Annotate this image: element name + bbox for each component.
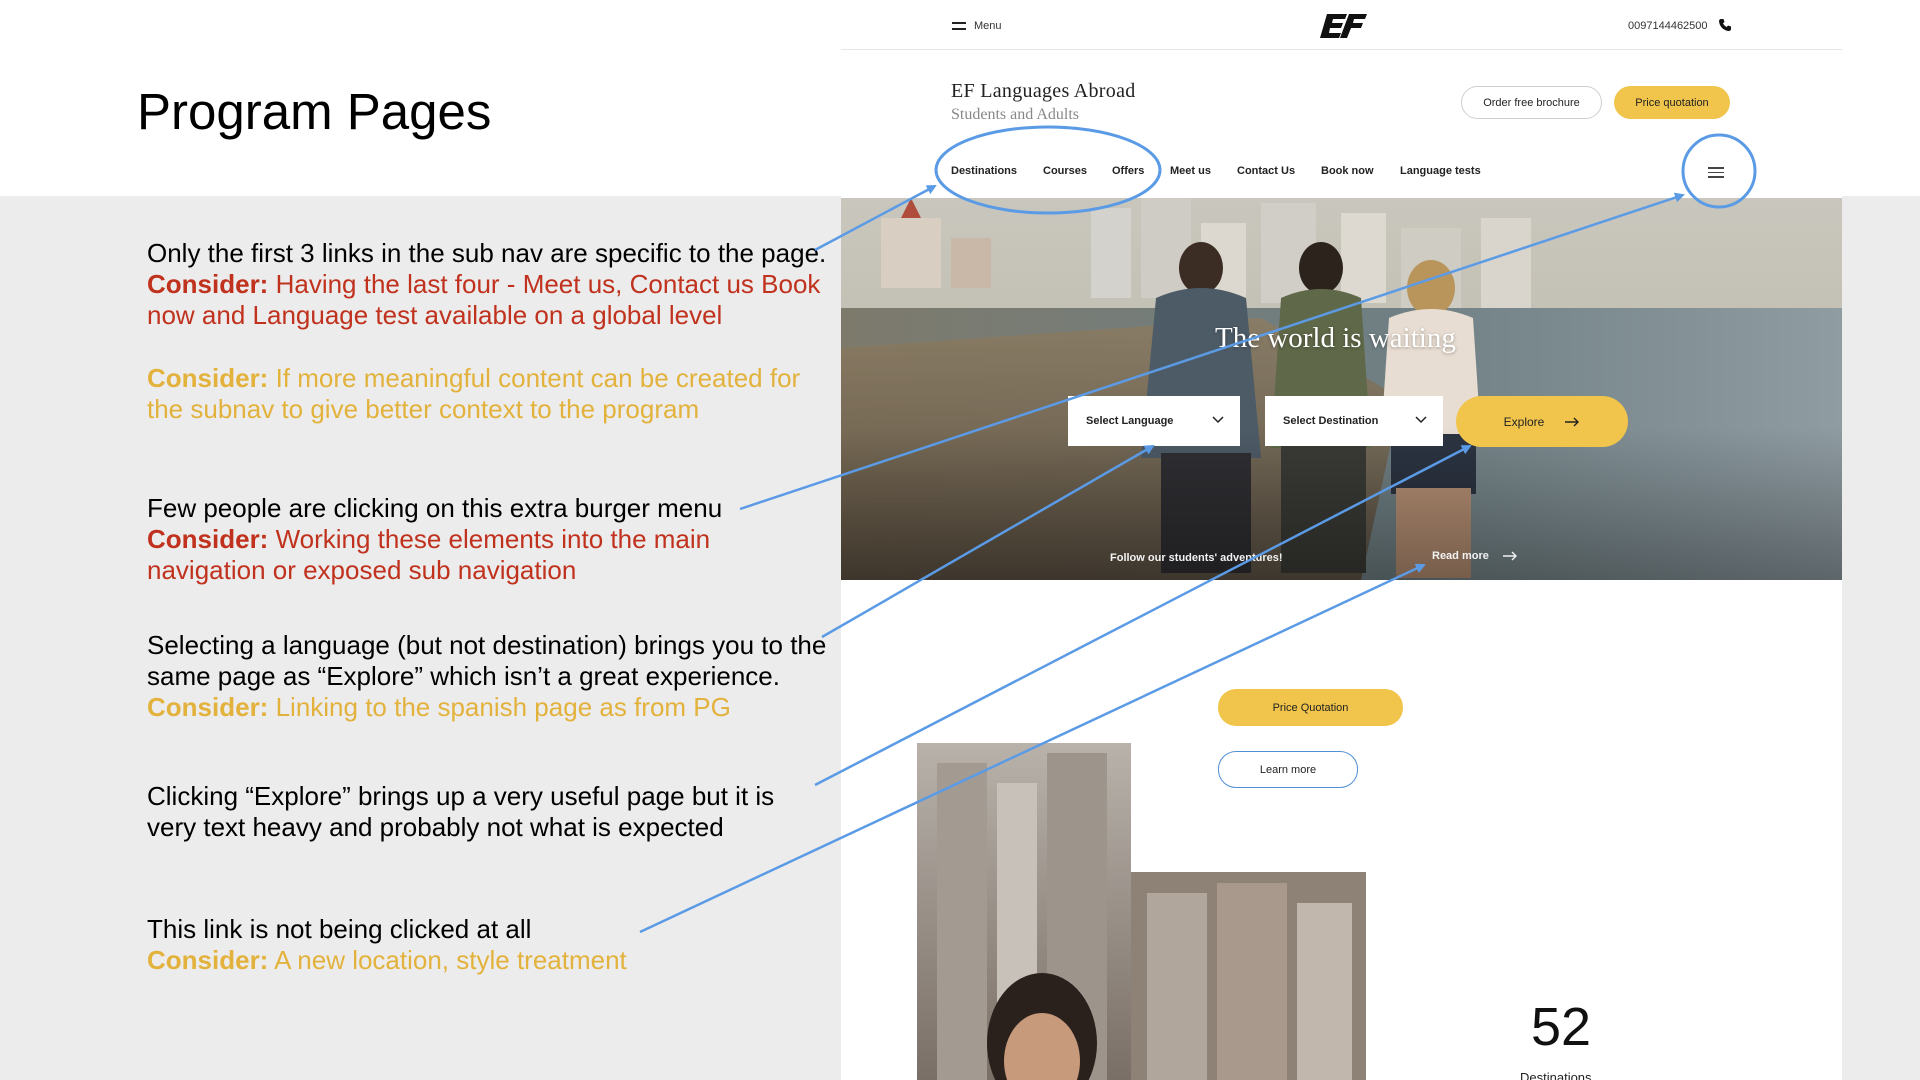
- subnav-book-now[interactable]: Book now: [1321, 165, 1374, 177]
- hero-headline: The world is waiting: [1215, 322, 1456, 354]
- chevron-down-icon: [1212, 416, 1224, 424]
- select-language-label: Select Language: [1086, 415, 1174, 427]
- note-language-main: Selecting a language (but not destinatio…: [147, 630, 827, 691]
- destinations-count: 52: [1531, 997, 1592, 1057]
- follow-students-text: Follow our students' adventures!: [1110, 552, 1283, 564]
- phone-icon[interactable]: [1718, 18, 1732, 32]
- note-subnav-consider-2: Consider: If more meaningful content can…: [147, 363, 801, 424]
- note-explore-main: Clicking “Explore” brings up a very usef…: [147, 781, 775, 842]
- note-read-more: This link is not being clicked at all Co…: [147, 914, 827, 976]
- subnav-contact-us[interactable]: Contact Us: [1237, 165, 1295, 177]
- subnav-courses[interactable]: Courses: [1043, 165, 1087, 177]
- read-more-label: Read more: [1432, 550, 1489, 562]
- subnav-offers[interactable]: Offers: [1112, 165, 1144, 177]
- phone-number[interactable]: 0097144462500: [1628, 20, 1708, 32]
- city-photo: [917, 743, 1366, 1080]
- arrow-right-icon: [1565, 417, 1580, 426]
- note-burger: Few people are clicking on this extra bu…: [147, 493, 827, 586]
- note-subnav-main: Only the first 3 links in the sub nav ar…: [147, 238, 827, 268]
- note-language-consider: Consider: Linking to the spanish page as…: [147, 692, 731, 722]
- burger-menu-icon[interactable]: [1708, 167, 1724, 178]
- arrow-right-icon: [1502, 551, 1517, 561]
- price-quotation-header-button[interactable]: Price quotation: [1614, 86, 1730, 119]
- note-read-more-main: This link is not being clicked at all: [147, 914, 532, 944]
- note-explore: Clicking “Explore” brings up a very usef…: [147, 781, 827, 843]
- hero-image: [841, 198, 1842, 580]
- note-language-select: Selecting a language (but not destinatio…: [147, 630, 827, 723]
- note-burger-consider: Consider: Working these elements into th…: [147, 524, 711, 585]
- select-destination-label: Select Destination: [1283, 415, 1379, 427]
- note-subnav: Only the first 3 links in the sub nav ar…: [147, 238, 827, 425]
- slide-title: Program Pages: [137, 83, 492, 140]
- explore-button[interactable]: Explore: [1456, 396, 1628, 447]
- brand-subtitle: Students and Adults: [951, 106, 1080, 123]
- menu-icon[interactable]: [952, 22, 966, 32]
- select-destination-dropdown[interactable]: Select Destination: [1265, 396, 1443, 446]
- subnav-destinations[interactable]: Destinations: [951, 165, 1017, 177]
- subnav-meet-us[interactable]: Meet us: [1170, 165, 1211, 177]
- read-more-link[interactable]: Read more: [1432, 550, 1518, 562]
- note-read-more-consider: Consider: A new location, style treatmen…: [147, 945, 627, 975]
- right-margin-panel: [1842, 196, 1920, 1080]
- note-burger-main: Few people are clicking on this extra bu…: [147, 493, 723, 523]
- note-subnav-consider-1: Consider: Having the last four - Meet us…: [147, 269, 821, 330]
- price-quotation-button[interactable]: Price Quotation: [1218, 689, 1403, 726]
- topbar-divider: [841, 49, 1842, 50]
- brand-title: EF Languages Abroad: [951, 80, 1136, 102]
- destinations-label: Destinations: [1520, 1070, 1592, 1080]
- subnav-language-tests[interactable]: Language tests: [1400, 165, 1481, 177]
- order-brochure-button[interactable]: Order free brochure: [1461, 86, 1602, 119]
- chevron-down-icon: [1415, 416, 1427, 424]
- select-language-dropdown[interactable]: Select Language: [1068, 396, 1240, 446]
- ef-logo-icon[interactable]: [1319, 10, 1369, 42]
- menu-label[interactable]: Menu: [974, 20, 1002, 32]
- explore-label: Explore: [1503, 414, 1545, 429]
- website-screenshot: Menu 0097144462500 EF Languages Abroad S…: [841, 0, 1842, 1080]
